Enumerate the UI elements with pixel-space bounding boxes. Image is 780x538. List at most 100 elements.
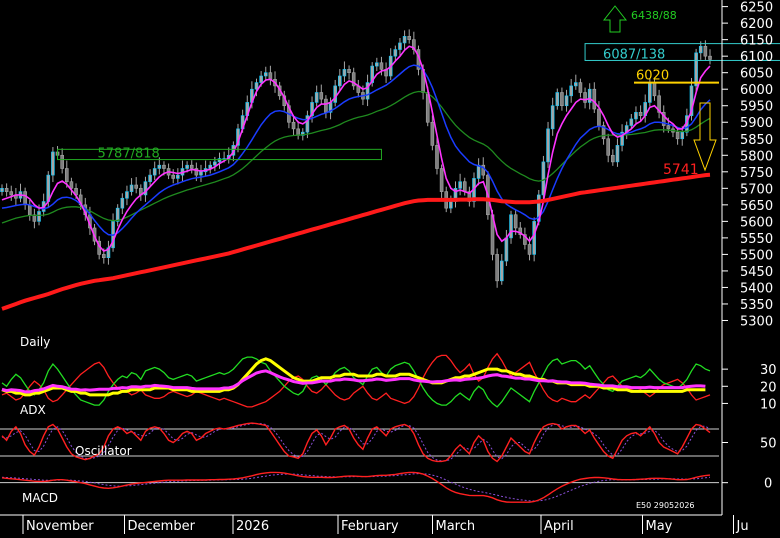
price-candle xyxy=(28,205,31,215)
month-label: Ju xyxy=(736,519,749,534)
price-tick-label: 5350 xyxy=(740,298,773,313)
price-tick-label: 5500 xyxy=(740,248,773,263)
price-candle xyxy=(556,93,559,106)
price-candle xyxy=(653,83,656,96)
price-candle xyxy=(709,56,712,59)
price-candle xyxy=(61,155,64,168)
price-candle xyxy=(496,254,499,280)
price-candle xyxy=(435,145,438,168)
price-candle xyxy=(121,198,124,208)
price-candle xyxy=(292,122,295,129)
price-tick-label: 5600 xyxy=(740,215,773,230)
price-candle xyxy=(579,83,582,93)
adx-tick-label: 10 xyxy=(760,397,777,412)
price-candle xyxy=(528,244,531,254)
price-candle xyxy=(514,215,517,228)
price-candle xyxy=(1,188,4,191)
price-candle xyxy=(315,93,318,103)
price-tick-label: 6100 xyxy=(740,50,773,65)
price-candle xyxy=(500,261,503,281)
price-candle xyxy=(269,73,272,80)
price-candle xyxy=(135,185,138,188)
price-tick-label: 6250 xyxy=(740,1,773,16)
price-candle xyxy=(199,172,202,175)
price-candle xyxy=(704,46,707,56)
price-candle xyxy=(213,162,216,165)
price-candle xyxy=(343,69,346,76)
price-candle xyxy=(565,96,568,106)
price-candle xyxy=(667,126,670,129)
price-candle xyxy=(510,215,513,238)
price-candle xyxy=(533,221,536,254)
price-candle xyxy=(440,169,443,192)
price-tick-label: 6150 xyxy=(740,34,773,49)
price-candle xyxy=(449,202,452,209)
price-candle xyxy=(190,165,193,168)
price-candle xyxy=(398,43,401,50)
price-candle xyxy=(477,165,480,178)
price-candle xyxy=(51,152,54,175)
price-candle xyxy=(338,76,341,86)
macd-panel-label: MACD xyxy=(22,491,58,505)
price-candle xyxy=(611,155,614,162)
level-label-5741: 5741 xyxy=(663,162,699,178)
price-candle xyxy=(10,192,13,195)
price-candle xyxy=(334,86,337,103)
price-candle xyxy=(634,112,637,119)
price-tick-label: 5400 xyxy=(740,281,773,296)
price-candle xyxy=(630,119,633,126)
price-candle xyxy=(584,93,587,103)
chart-root: 5787/8186087/1386438/8860205741 53005350… xyxy=(0,0,780,534)
price-candle xyxy=(695,53,698,86)
price-tick-label: 5650 xyxy=(740,199,773,214)
price-candle xyxy=(116,208,119,221)
price-candle xyxy=(158,165,161,168)
price-candle xyxy=(70,182,73,189)
price-candle xyxy=(593,89,596,109)
level-label-6020: 6020 xyxy=(636,69,669,84)
price-candle xyxy=(348,69,351,72)
price-candle xyxy=(676,132,679,139)
price-candle xyxy=(431,122,434,145)
price-tick-label: 6200 xyxy=(740,17,773,32)
price-candle xyxy=(542,162,545,195)
instrument-note: E50 29052026 xyxy=(636,501,695,510)
month-label: February xyxy=(341,519,399,534)
price-candle xyxy=(570,86,573,96)
price-tick-label: 5750 xyxy=(740,166,773,181)
target-up-label: 6438/88 xyxy=(631,9,677,22)
price-candle xyxy=(616,145,619,162)
month-label: November xyxy=(26,519,94,534)
month-label: March xyxy=(436,519,476,534)
price-candle xyxy=(551,106,554,129)
price-candle xyxy=(394,50,397,57)
price-candle xyxy=(547,129,550,162)
month-label: 2026 xyxy=(236,519,269,534)
price-candle xyxy=(125,192,128,199)
price-tick-label: 5800 xyxy=(740,149,773,164)
price-candle xyxy=(463,182,466,192)
price-candle xyxy=(38,211,41,221)
price-candle xyxy=(375,63,378,66)
price-candle xyxy=(597,109,600,126)
macd-tick-label: 0 xyxy=(764,477,772,492)
month-label: April xyxy=(544,519,574,534)
adx-panel-label: ADX xyxy=(20,403,46,417)
price-candle xyxy=(324,99,327,112)
price-candle xyxy=(639,112,642,115)
price-candle xyxy=(260,76,263,83)
price-candle xyxy=(102,254,105,257)
price-candle xyxy=(380,63,383,70)
price-candle xyxy=(588,89,591,102)
price-candle xyxy=(459,182,462,189)
price-tick-label: 5850 xyxy=(740,133,773,148)
price-candle xyxy=(607,139,610,156)
price-candle xyxy=(162,165,165,168)
price-tick-label: 5900 xyxy=(740,116,773,131)
price-candle xyxy=(264,73,267,76)
price-candle xyxy=(153,169,156,176)
price-tick-label: 6000 xyxy=(740,83,773,98)
price-tick-label: 6050 xyxy=(740,67,773,82)
price-candle xyxy=(403,36,406,43)
price-candle xyxy=(5,188,8,191)
